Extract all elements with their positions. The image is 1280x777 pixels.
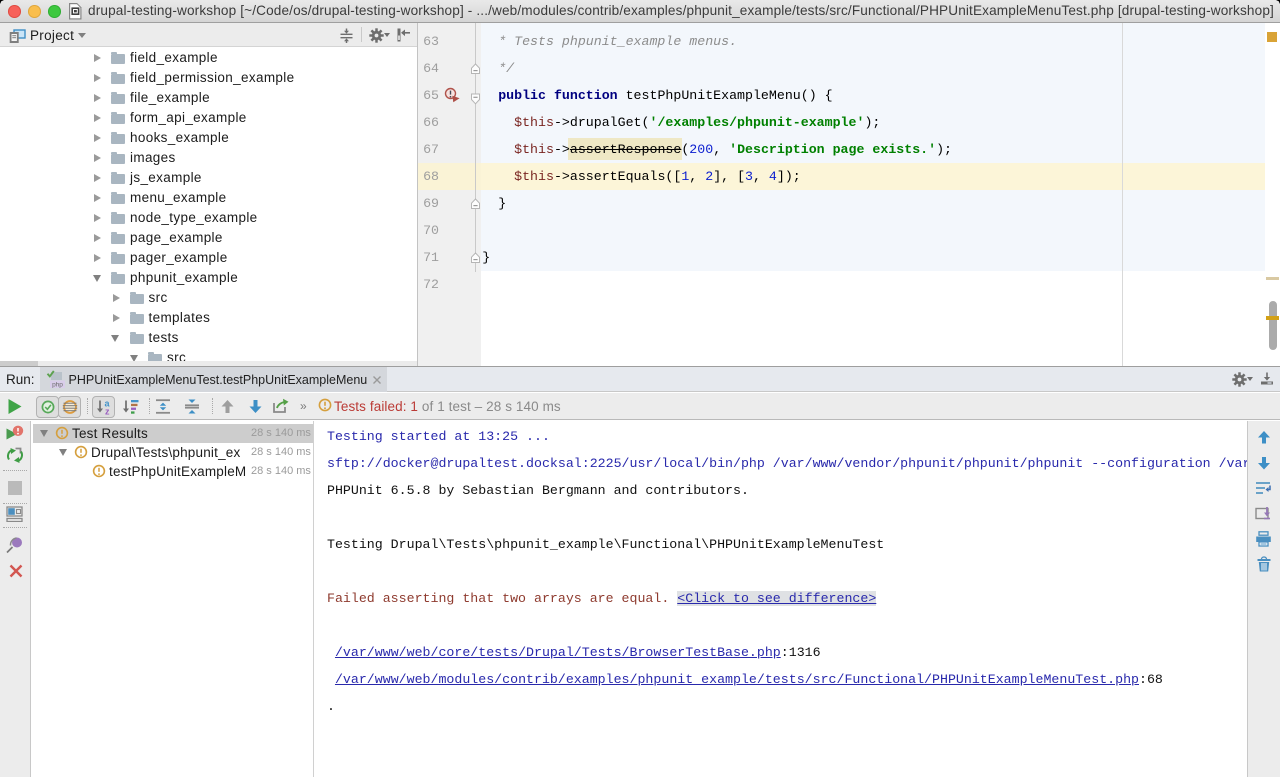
svg-text:php: php [52, 382, 63, 389]
svg-text:z: z [105, 407, 110, 416]
